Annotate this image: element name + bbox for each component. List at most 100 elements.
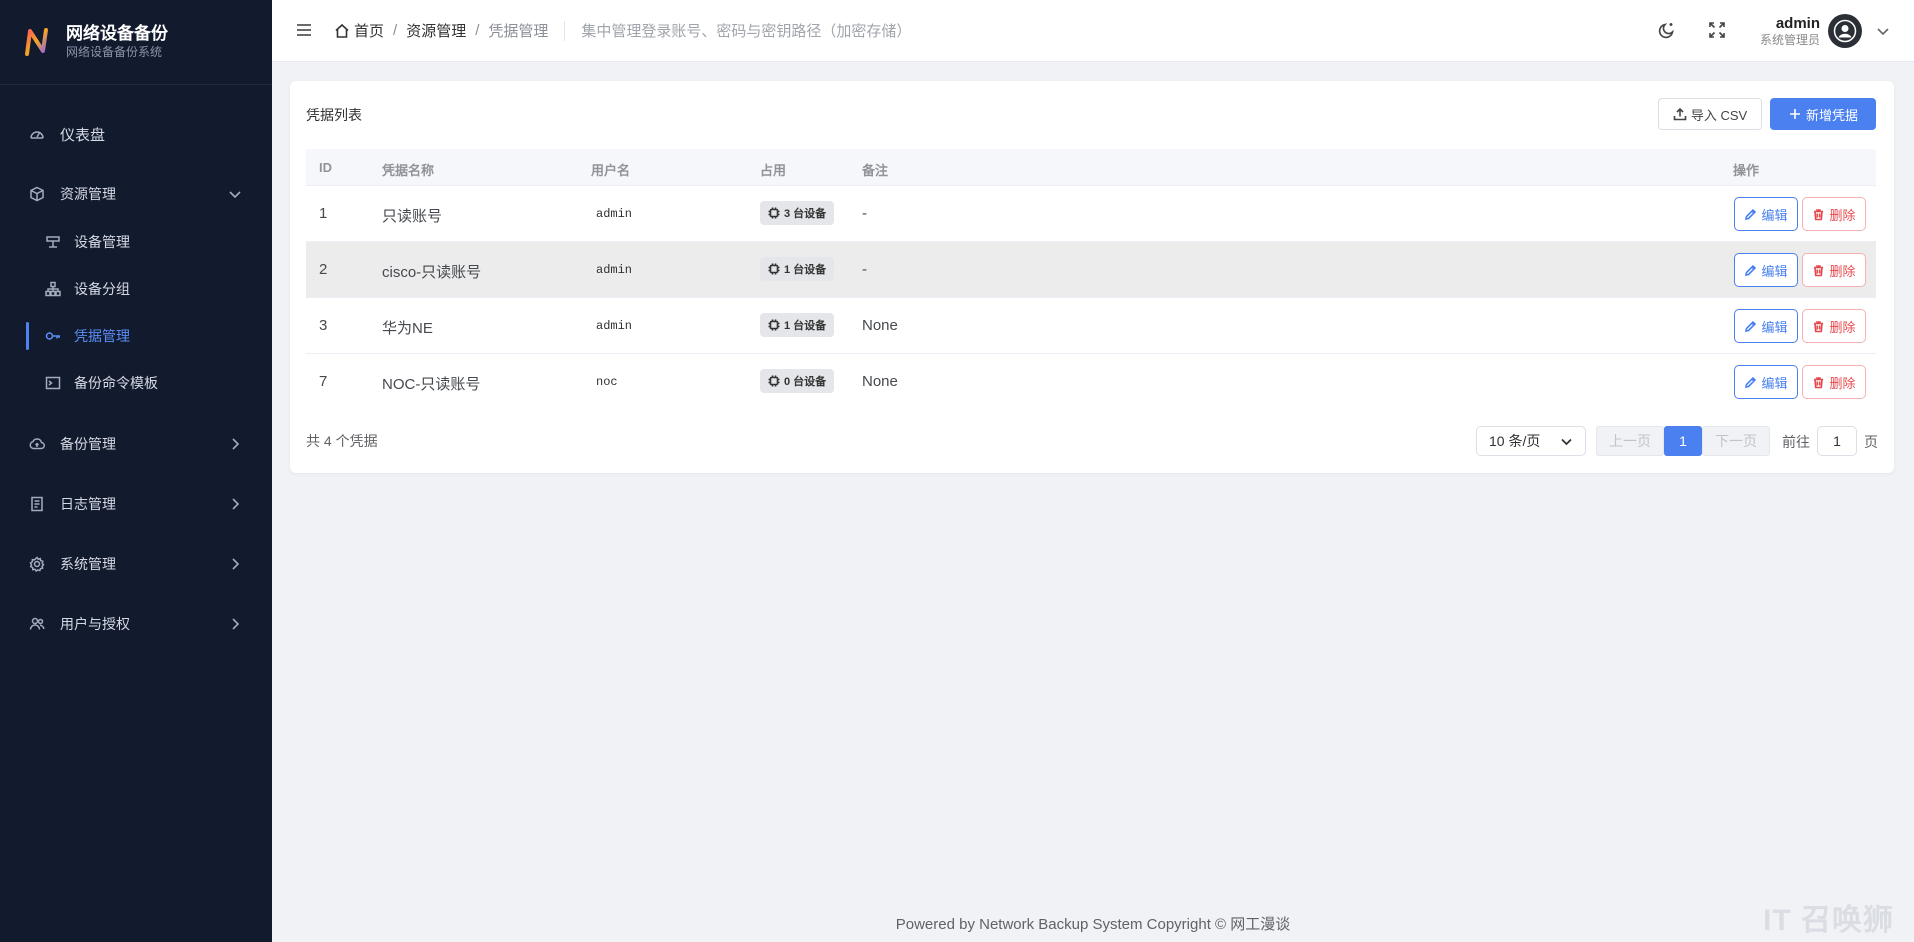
card-title: 凭据列表	[306, 107, 362, 123]
cell-username: admin	[596, 207, 633, 221]
edit-label: 编辑	[1761, 319, 1788, 335]
brand-subtitle: 网络设备备份系统	[66, 45, 163, 59]
chevron-right-icon	[228, 617, 242, 631]
sidebar-item-label: 设备管理	[74, 234, 130, 250]
brand-logo-icon	[25, 28, 48, 56]
pencil-icon	[1745, 264, 1757, 276]
delete-button[interactable]: 删除	[1802, 197, 1866, 231]
delete-label: 删除	[1829, 375, 1856, 391]
footer: Powered by Network Backup System Copyrig…	[895, 916, 1291, 933]
goto-page-input[interactable]	[1817, 426, 1857, 456]
import-csv-button[interactable]: 导入 CSV	[1658, 98, 1762, 130]
prev-page-button[interactable]: 上一页	[1596, 426, 1664, 456]
total-count: 共 4 个凭据	[306, 433, 378, 449]
user-role: 系统管理员	[1759, 32, 1820, 47]
table-header: ID 凭据名称 用户名 占用 备注 操作	[306, 149, 1876, 186]
sidebar-item-resource[interactable]: 资源管理	[0, 170, 272, 218]
cell-name: 只读账号	[382, 208, 443, 225]
sidebar-item-users[interactable]: 用户与授权	[0, 600, 272, 648]
sidebar-item-label: 资源管理	[60, 186, 116, 202]
delete-label: 删除	[1829, 207, 1856, 223]
next-page-button[interactable]: 下一页	[1702, 426, 1770, 456]
page-size-value: 10 条/页	[1489, 433, 1541, 449]
brand[interactable]: 网络设备备份 网络设备备份系统	[0, 0, 272, 85]
sidebar-item-label: 备份管理	[60, 436, 116, 452]
delete-button[interactable]: 删除	[1802, 309, 1866, 343]
usage-text: 1 台设备	[784, 264, 827, 276]
menu-toggle-icon[interactable]	[295, 21, 313, 39]
column-header-name: 凭据名称	[382, 163, 435, 178]
goto-label: 前往	[1782, 434, 1810, 450]
sidebar-item-backup-templates[interactable]: 备份命令模板	[26, 363, 262, 403]
cell-username: admin	[596, 319, 633, 333]
sidebar-item-system[interactable]: 系统管理	[0, 540, 272, 588]
chip-icon	[768, 319, 780, 331]
header-divider	[564, 20, 566, 41]
table-row: 3 华为NE admin 1 台设备 None 编辑 删除	[306, 298, 1876, 354]
gear-icon	[28, 555, 46, 573]
cell-remark: None	[862, 373, 898, 390]
sidebar-item-label: 设备分组	[74, 281, 130, 297]
sidebar-item-dashboard[interactable]: 仪表盘	[0, 110, 272, 158]
user-menu[interactable]: admin 系统管理员	[1760, 12, 1890, 50]
sidebar-item-device-groups[interactable]: 设备分组	[26, 269, 262, 309]
trash-icon	[1814, 376, 1824, 388]
plus-icon	[1789, 109, 1800, 119]
pencil-icon	[1745, 320, 1757, 332]
delete-button[interactable]: 删除	[1802, 253, 1866, 287]
cell-remark: -	[862, 261, 867, 278]
cell-id: 7	[319, 373, 328, 390]
chevron-down-icon	[1876, 24, 1890, 38]
sidebar-item-label: 用户与授权	[60, 616, 130, 632]
trash-icon	[1814, 208, 1824, 220]
cell-remark: -	[862, 205, 867, 222]
edit-button[interactable]: 编辑	[1734, 309, 1798, 343]
edit-label: 编辑	[1761, 375, 1788, 391]
edit-button[interactable]: 编辑	[1734, 365, 1798, 399]
delete-button[interactable]: 删除	[1802, 365, 1866, 399]
add-credential-button[interactable]: 新增凭据	[1770, 98, 1876, 130]
credentials-card: 凭据列表 导入 CSV 新增凭据 ID 凭据名称 用户名 占用 备注 操作 1 …	[290, 81, 1894, 473]
sidebar-item-label: 备份命令模板	[74, 375, 158, 391]
edit-label: 编辑	[1761, 207, 1788, 223]
dark-mode-icon[interactable]	[1658, 21, 1676, 39]
cube-icon	[28, 185, 46, 203]
usage-text: 0 台设备	[784, 376, 827, 388]
fullscreen-icon[interactable]	[1708, 21, 1726, 39]
sidebar-item-devices[interactable]: 设备管理	[26, 222, 262, 262]
home-icon[interactable]	[334, 23, 350, 39]
column-header-id: ID	[319, 160, 332, 175]
sidebar-item-label: 日志管理	[60, 496, 116, 512]
chevron-down-icon	[1561, 438, 1572, 446]
usage-badge: 3 台设备	[760, 201, 835, 225]
trash-icon	[1814, 264, 1824, 276]
sidebar-item-backup[interactable]: 备份管理	[0, 420, 272, 468]
sidebar-item-logs[interactable]: 日志管理	[0, 480, 272, 528]
breadcrumb-resource[interactable]: 资源管理	[406, 20, 466, 41]
edit-button[interactable]: 编辑	[1734, 197, 1798, 231]
breadcrumb-home[interactable]: 首页	[354, 20, 384, 41]
gauge-icon	[28, 125, 46, 143]
trash-icon	[1814, 320, 1824, 332]
sidebar-item-label: 凭据管理	[74, 328, 130, 344]
upload-icon	[1673, 107, 1687, 121]
page-description: 集中管理登录账号、密码与密钥路径（加密存储）	[581, 23, 912, 40]
chevron-right-icon	[228, 557, 242, 571]
avatar	[1828, 14, 1862, 48]
usage-badge: 1 台设备	[760, 313, 835, 337]
edit-button[interactable]: 编辑	[1734, 253, 1798, 287]
column-header-usage: 占用	[760, 163, 787, 178]
sidebar-item-credentials[interactable]: 凭据管理	[26, 316, 262, 356]
cell-name: NOC-只读账号	[382, 376, 481, 393]
page-number-current[interactable]: 1	[1664, 426, 1702, 456]
page-size-select[interactable]: 10 条/页	[1476, 426, 1586, 456]
chevron-right-icon	[228, 437, 242, 451]
edit-label: 编辑	[1761, 263, 1788, 279]
document-icon	[28, 495, 46, 513]
user-name: admin	[1775, 14, 1820, 32]
watermark: IT 召唤狮	[1763, 904, 1894, 937]
cloud-upload-icon	[28, 435, 46, 453]
server-icon	[44, 233, 62, 251]
pencil-icon	[1745, 208, 1757, 220]
import-csv-label: 导入 CSV	[1690, 107, 1748, 123]
